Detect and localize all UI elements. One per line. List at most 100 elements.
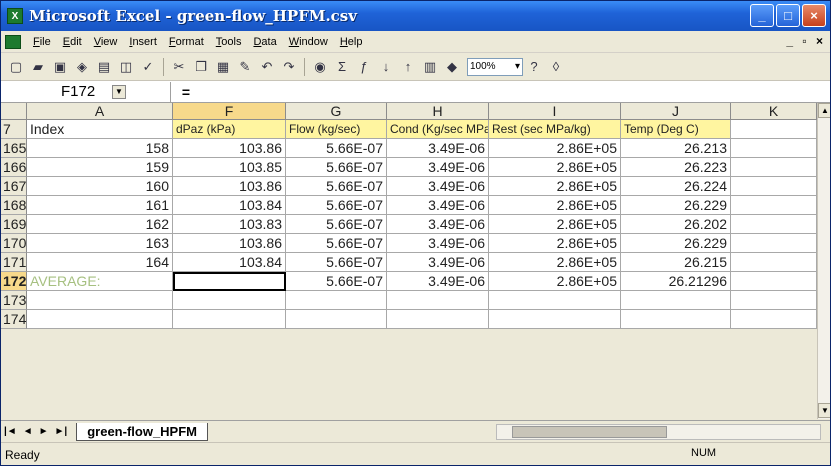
table-cell[interactable] xyxy=(731,139,817,158)
table-cell[interactable]: 3.49E-06 xyxy=(387,196,489,215)
table-cell[interactable]: 103.86 xyxy=(173,234,286,253)
table-cell[interactable] xyxy=(387,291,489,310)
horizontal-scrollbar[interactable] xyxy=(496,424,821,440)
table-cell[interactable]: 103.86 xyxy=(173,139,286,158)
header-cell[interactable]: Rest (sec MPa/kg) xyxy=(489,120,621,139)
row-header-173[interactable]: 173 xyxy=(1,291,27,310)
row-header-168[interactable]: 168 xyxy=(1,196,27,215)
table-cell[interactable]: 26.21296 xyxy=(621,272,731,291)
table-cell[interactable]: 158 xyxy=(27,139,173,158)
menu-insert[interactable]: Insert xyxy=(123,36,163,48)
document-window-controls[interactable]: _ ▫ × xyxy=(786,34,826,48)
column-header-a[interactable]: A xyxy=(27,103,173,120)
header-cell[interactable]: Temp (Deg C) xyxy=(621,120,731,139)
tab-prev-icon[interactable]: ◄ xyxy=(20,426,36,437)
name-box-dropdown-icon[interactable]: ▼ xyxy=(112,84,126,99)
table-cell[interactable]: 160 xyxy=(27,177,173,196)
horizontal-scroll-thumb[interactable] xyxy=(512,426,667,438)
menu-edit[interactable]: Edit xyxy=(57,36,88,48)
spelling-icon[interactable]: ✓ xyxy=(137,56,159,78)
print-icon[interactable]: ▤ xyxy=(93,56,115,78)
menu-help[interactable]: Help xyxy=(334,36,369,48)
header-cell[interactable]: Flow (kg/sec) xyxy=(286,120,387,139)
table-cell[interactable]: 26.202 xyxy=(621,215,731,234)
table-cell[interactable] xyxy=(731,291,817,310)
table-cell[interactable]: 2.86E+05 xyxy=(489,215,621,234)
undo-icon[interactable]: ↶ xyxy=(256,56,278,78)
table-cell[interactable]: 103.85 xyxy=(173,158,286,177)
table-cell[interactable]: 26.213 xyxy=(621,139,731,158)
fill-color-icon[interactable]: ◊ xyxy=(545,56,567,78)
table-cell[interactable]: 3.49E-06 xyxy=(387,139,489,158)
table-cell[interactable]: 2.86E+05 xyxy=(489,158,621,177)
table-cell[interactable]: 26.224 xyxy=(621,177,731,196)
tab-first-icon[interactable]: |◄ xyxy=(1,426,20,437)
formula-equals[interactable]: = xyxy=(171,84,201,100)
header-cell[interactable]: dPaz (kPa) xyxy=(173,120,286,139)
zoom-select[interactable]: 100% ▾ xyxy=(467,57,523,76)
table-cell[interactable] xyxy=(621,310,731,329)
copy-icon[interactable]: ❐ xyxy=(190,56,212,78)
table-cell[interactable]: 161 xyxy=(27,196,173,215)
table-cell[interactable]: 2.86E+05 xyxy=(489,139,621,158)
table-cell[interactable] xyxy=(286,310,387,329)
header-cell[interactable] xyxy=(731,120,817,139)
table-cell[interactable]: 162 xyxy=(27,215,173,234)
table-cell[interactable] xyxy=(731,215,817,234)
table-cell[interactable]: 5.66E-07 xyxy=(286,215,387,234)
table-cell[interactable]: 3.49E-06 xyxy=(387,177,489,196)
table-cell[interactable]: 2.86E+05 xyxy=(489,272,621,291)
paste-icon[interactable]: ▦ xyxy=(212,56,234,78)
row-header-165[interactable]: 165 xyxy=(1,139,27,158)
menu-format[interactable]: Format xyxy=(163,36,210,48)
scroll-down-icon[interactable]: ▼ xyxy=(818,403,830,418)
table-cell[interactable]: 3.49E-06 xyxy=(387,234,489,253)
table-cell[interactable]: 26.223 xyxy=(621,158,731,177)
table-cell[interactable] xyxy=(621,291,731,310)
sheet-tab-green-flow[interactable]: green-flow_HPFM xyxy=(76,422,209,441)
tab-next-icon[interactable]: ► xyxy=(36,426,52,437)
table-cell[interactable] xyxy=(387,310,489,329)
table-cell[interactable]: 163 xyxy=(27,234,173,253)
row-header-7[interactable]: 7 xyxy=(1,120,27,139)
column-header-h[interactable]: H xyxy=(387,103,489,120)
save-icon[interactable]: ▣ xyxy=(49,56,71,78)
open-icon[interactable]: ▰ xyxy=(27,56,49,78)
drawing-icon[interactable]: ◆ xyxy=(441,56,463,78)
chart-wizard-icon[interactable]: ▥ xyxy=(419,56,441,78)
column-header-i[interactable]: I xyxy=(489,103,621,120)
table-cell[interactable] xyxy=(731,310,817,329)
print-preview-icon[interactable]: ◫ xyxy=(115,56,137,78)
menu-view[interactable]: View xyxy=(88,36,124,48)
table-cell[interactable] xyxy=(173,272,286,291)
title-bar[interactable]: X Microsoft Excel - green-flow_HPFM.csv … xyxy=(1,1,830,31)
table-cell[interactable] xyxy=(731,196,817,215)
column-header-j[interactable]: J xyxy=(621,103,731,120)
table-cell[interactable]: 3.49E-06 xyxy=(387,253,489,272)
table-cell[interactable]: 2.86E+05 xyxy=(489,177,621,196)
column-header-f[interactable]: F xyxy=(173,103,286,120)
autosum-icon[interactable]: Σ xyxy=(331,56,353,78)
row-header-169[interactable]: 169 xyxy=(1,215,27,234)
table-cell[interactable]: 2.86E+05 xyxy=(489,234,621,253)
formula-input[interactable] xyxy=(201,82,830,102)
column-header-k[interactable]: K xyxy=(731,103,817,120)
select-all-corner[interactable] xyxy=(1,103,27,120)
menu-tools[interactable]: Tools xyxy=(210,36,248,48)
table-cell[interactable]: 5.66E-07 xyxy=(286,272,387,291)
document-icon[interactable] xyxy=(5,34,21,49)
table-cell[interactable]: 103.84 xyxy=(173,253,286,272)
table-cell[interactable] xyxy=(27,310,173,329)
sort-ascending-icon[interactable]: ↓ xyxy=(375,56,397,78)
permission-icon[interactable]: ◈ xyxy=(71,56,93,78)
header-cell[interactable]: Cond (Kg/sec MPa) xyxy=(387,120,489,139)
table-cell[interactable]: AVERAGE: xyxy=(27,272,173,291)
redo-icon[interactable]: ↷ xyxy=(278,56,300,78)
table-cell[interactable]: 3.49E-06 xyxy=(387,215,489,234)
header-cell[interactable]: Index xyxy=(27,120,173,139)
row-header-174[interactable]: 174 xyxy=(1,310,27,329)
table-cell[interactable]: 159 xyxy=(27,158,173,177)
vertical-scrollbar[interactable]: ▲ ▼ xyxy=(817,103,830,419)
row-header-172[interactable]: 172 xyxy=(1,272,27,291)
table-cell[interactable]: 103.84 xyxy=(173,196,286,215)
